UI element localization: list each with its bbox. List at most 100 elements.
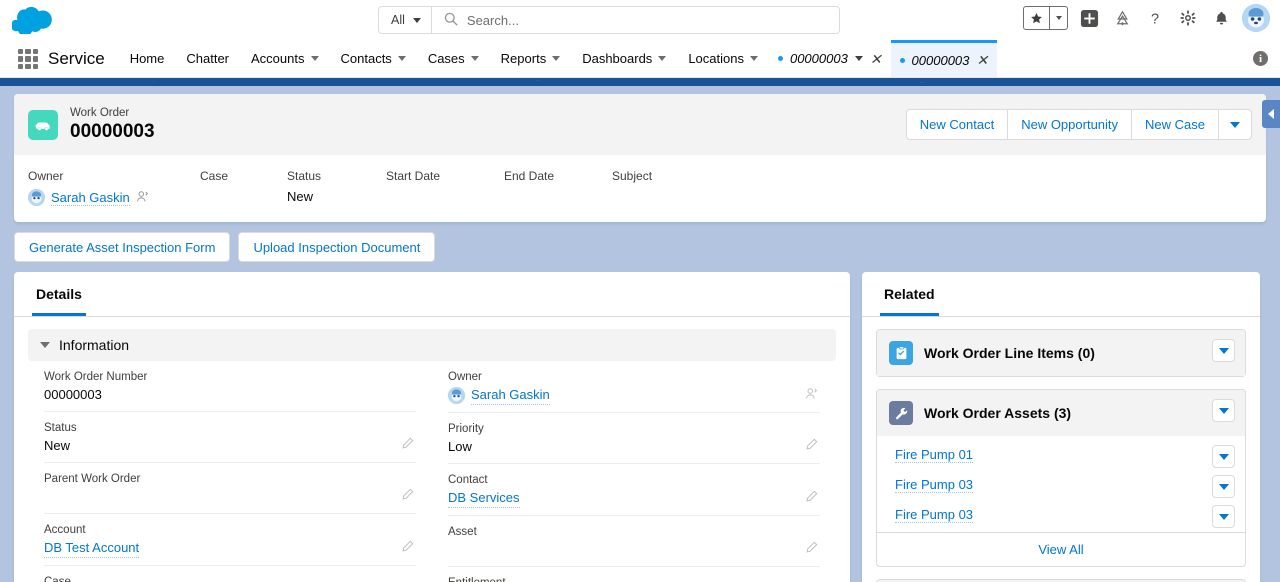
clipboard-checklist-icon (889, 341, 913, 365)
more-actions-button[interactable] (1219, 110, 1251, 139)
highlight-field-owner: Owner Sarah Gaskin (28, 169, 200, 206)
nav-item-contacts[interactable]: Contacts (330, 40, 417, 77)
search-scope-dropdown[interactable]: All (379, 7, 432, 33)
salesforce-cloud-logo[interactable] (11, 6, 52, 36)
chevron-down-icon[interactable] (854, 56, 863, 61)
chevron-down-icon (397, 56, 406, 61)
row-actions-button[interactable] (1212, 505, 1235, 528)
row-actions-button[interactable] (1212, 475, 1235, 498)
nav-item-label: Locations (688, 51, 744, 66)
field-priority: Priority Low (448, 413, 820, 464)
related-tabrow: Related (862, 272, 1260, 317)
related-list-actions-button[interactable] (1212, 399, 1235, 422)
new-contact-button[interactable]: New Contact (907, 110, 1009, 139)
setup-gear-icon[interactable] (1176, 6, 1200, 30)
notifications-bell-icon[interactable] (1209, 6, 1233, 30)
salesforce-record-page: All Search... ? Service Home Chatter Acc… (0, 0, 1280, 582)
edit-pencil-icon[interactable] (805, 490, 818, 506)
upload-inspection-document-button[interactable]: Upload Inspection Document (238, 232, 436, 262)
nav-item-home[interactable]: Home (119, 40, 176, 77)
app-name-label[interactable]: Service (48, 40, 119, 77)
list-item: Fire Pump 03 (877, 500, 1245, 530)
highlights-fields: Owner Sarah Gaskin Case Status New Start… (14, 155, 1266, 222)
view-all-button[interactable]: View All (877, 532, 1245, 566)
information-section-header[interactable]: Information (28, 329, 836, 361)
field-label: Contact (448, 474, 488, 486)
new-opportunity-button[interactable]: New Opportunity (1008, 110, 1133, 139)
nav-item-reports[interactable]: Reports (490, 40, 572, 77)
related-list-header[interactable]: Work Order Assets (3) (877, 390, 1245, 436)
highlight-field-status: Status New (287, 169, 386, 206)
generate-asset-inspection-form-button[interactable]: Generate Asset Inspection Form (14, 232, 231, 262)
field-label: Status (287, 169, 322, 183)
field-entitlement: Entitlement (448, 567, 820, 582)
record-tab-1[interactable]: 00000003 ✕ (769, 40, 891, 77)
app-launcher-icon[interactable] (18, 49, 38, 69)
related-list-title: Work Order Line Items (0) (924, 345, 1095, 361)
einstein-forest-icon[interactable] (1110, 6, 1134, 30)
search-icon (444, 12, 458, 29)
info-icon[interactable]: i (1253, 51, 1268, 66)
nav-item-chatter[interactable]: Chatter (175, 40, 240, 77)
nav-item-accounts[interactable]: Accounts (240, 40, 329, 77)
new-case-button[interactable]: New Case (1132, 110, 1219, 139)
field-contact: Contact DB Services (448, 464, 820, 516)
account-link[interactable]: DB Test Account (44, 538, 140, 558)
contact-link[interactable]: DB Services (448, 488, 520, 508)
field-value (44, 487, 416, 506)
nav-item-cases[interactable]: Cases (417, 40, 490, 77)
related-list-rows: Fire Pump 01 Fire Pump 03 Fire Pump 03 (877, 436, 1245, 532)
chevron-down-icon (658, 56, 667, 61)
record-tab-label: 00000003 (911, 52, 970, 68)
related-list-header[interactable]: Work Order Line Items (0) (877, 330, 1245, 376)
nav-item-dashboards[interactable]: Dashboards (571, 40, 677, 77)
owner-avatar (448, 386, 465, 404)
unsaved-indicator-icon (899, 57, 905, 63)
field-label: Start Date (386, 169, 441, 183)
unsaved-indicator-icon (777, 56, 783, 61)
asset-link[interactable]: Fire Pump 01 (895, 447, 974, 463)
collapse-panel-button[interactable] (1262, 100, 1280, 128)
nav-item-label: Home (129, 51, 165, 66)
record-action-buttons: New Contact New Opportunity New Case (905, 109, 1252, 140)
favorites-dropdown-icon[interactable] (1049, 7, 1067, 29)
tab-details[interactable]: Details (32, 272, 86, 316)
section-title: Information (59, 337, 130, 353)
owner-link[interactable]: Sarah Gaskin (471, 385, 550, 405)
edit-pencil-icon[interactable] (401, 540, 414, 556)
field-label: Work Order Number (44, 371, 148, 383)
global-header-icons: ? (1023, 4, 1270, 32)
owner-link[interactable]: Sarah Gaskin (51, 190, 130, 206)
main-content: Details Information Work Order Number 00… (0, 262, 1280, 582)
nav-item-locations[interactable]: Locations (677, 40, 769, 77)
favorites-star-icon[interactable] (1024, 7, 1049, 29)
chevron-down-icon (470, 56, 479, 61)
field-case: Case (44, 566, 416, 582)
row-actions-button[interactable] (1212, 445, 1235, 468)
user-avatar[interactable] (1242, 4, 1270, 32)
change-owner-icon[interactable] (136, 190, 149, 206)
edit-pencil-icon[interactable] (805, 541, 818, 557)
asset-link[interactable]: Fire Pump 03 (895, 507, 974, 523)
nav-accent-band (0, 78, 1280, 86)
global-search[interactable]: All Search... (378, 6, 840, 34)
record-tab-2-active[interactable]: 00000003 ✕ (890, 40, 998, 77)
edit-pencil-icon[interactable] (401, 488, 414, 504)
asset-link[interactable]: Fire Pump 03 (895, 477, 974, 493)
change-owner-icon[interactable] (805, 387, 818, 403)
edit-pencil-icon[interactable] (401, 437, 414, 453)
close-icon[interactable]: ✕ (976, 53, 988, 67)
field-label: End Date (504, 169, 555, 183)
global-actions-plus-icon[interactable] (1077, 6, 1101, 30)
tab-related[interactable]: Related (880, 272, 939, 316)
close-icon[interactable]: ✕ (870, 52, 882, 66)
field-value: Low (448, 439, 472, 454)
edit-pencil-icon[interactable] (805, 438, 818, 454)
field-label: Parent Work Order (44, 473, 141, 485)
nav-item-label: Cases (427, 51, 465, 66)
search-input[interactable]: Search... (467, 13, 519, 28)
related-list-actions-button[interactable] (1212, 339, 1235, 362)
help-icon[interactable]: ? (1143, 6, 1167, 30)
favorites-group[interactable] (1023, 6, 1068, 30)
svg-text:?: ? (1151, 11, 1159, 27)
